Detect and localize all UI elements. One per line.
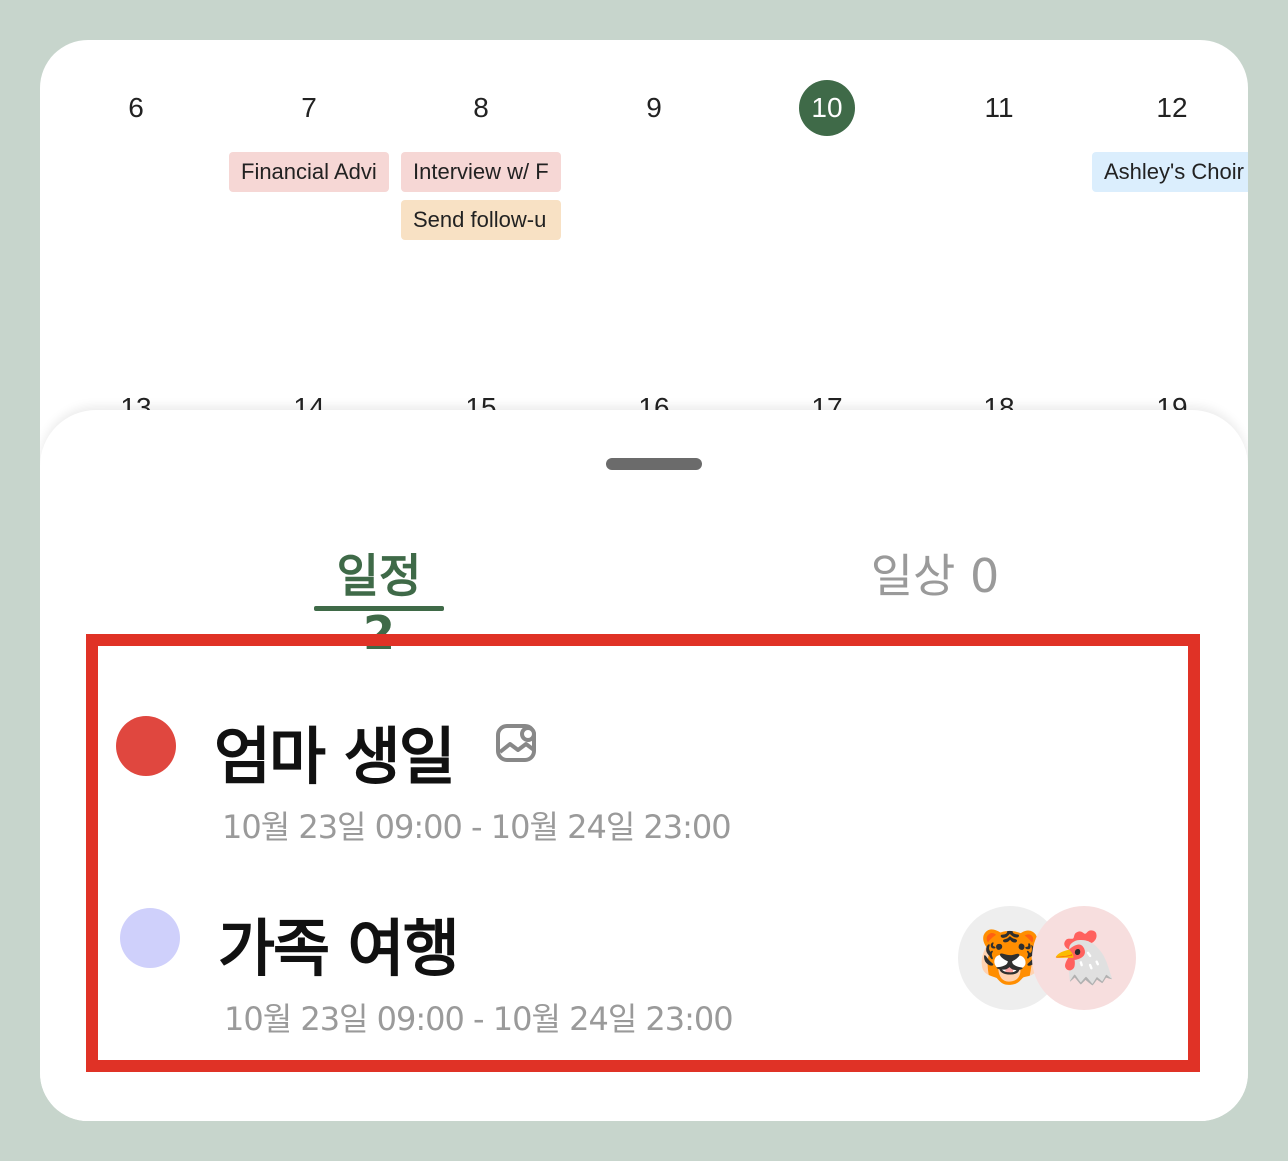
calendar-day[interactable]: 8 — [395, 80, 567, 136]
calendar-event[interactable]: Financial Advi — [229, 152, 389, 192]
calendar-event[interactable]: Ashley's Choir — [1092, 152, 1248, 192]
calendar-week-row: 6 7 8 9 10 11 12 — [40, 80, 1248, 140]
category-dot — [120, 908, 180, 968]
calendar-day[interactable]: 12 — [1086, 80, 1248, 136]
calendar-day[interactable]: 6 — [50, 80, 222, 136]
active-tab-underline — [314, 606, 444, 611]
day-number: 7 — [301, 92, 317, 123]
calendar-event[interactable]: Interview w/ F — [401, 152, 561, 192]
category-dot — [116, 716, 176, 776]
today-badge: 10 — [799, 80, 855, 136]
tab-schedule[interactable]: 일정 2 — [314, 540, 444, 660]
day-number: 6 — [128, 92, 144, 123]
app-frame: 6 7 8 9 10 11 12 Financial Advi Intervie… — [40, 40, 1248, 1121]
event-time: 10월 23일 09:00 - 10월 24일 23:00 — [222, 808, 732, 846]
calendar-day-today[interactable]: 10 — [741, 80, 913, 136]
tab-daily[interactable]: 일상 0 — [870, 540, 1000, 604]
calendar-day[interactable]: 11 — [913, 80, 1085, 136]
image-icon — [494, 720, 542, 773]
day-number: 11 — [984, 92, 1014, 123]
highlight-box: 엄마 생일 10월 23일 09:00 - 10월 24일 23:00 가족 여… — [86, 634, 1200, 1072]
event-title: 엄마 생일 — [214, 720, 456, 793]
day-number: 8 — [473, 92, 489, 123]
event-time: 10월 23일 09:00 - 10월 24일 23:00 — [224, 1000, 734, 1038]
calendar-day[interactable]: 7 — [223, 80, 395, 136]
day-number: 12 — [1156, 92, 1188, 123]
event-title: 가족 여행 — [218, 912, 460, 985]
calendar-event[interactable]: Send follow-u — [401, 200, 561, 240]
day-number: 9 — [646, 92, 662, 123]
calendar-day[interactable]: 9 — [568, 80, 740, 136]
chicken-avatar: 🐔 — [1032, 906, 1136, 1010]
sheet-drag-handle[interactable] — [606, 458, 702, 470]
bottom-sheet: 일정 2 일상 0 엄마 생일 10월 23일 09:00 - 10월 24일 … — [40, 410, 1248, 1121]
